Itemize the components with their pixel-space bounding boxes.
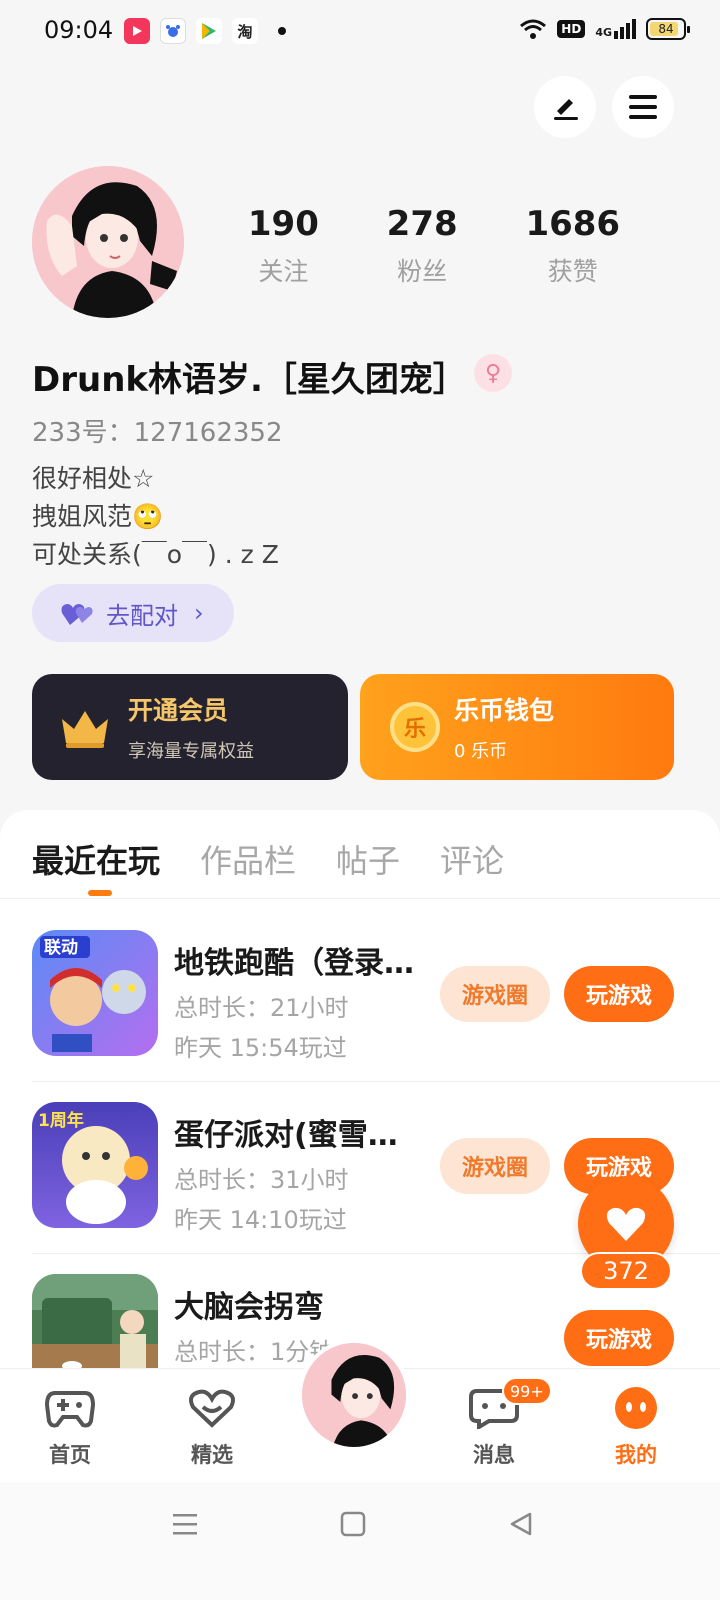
svg-text:1周年: 1周年 bbox=[38, 1110, 84, 1131]
game-icon: 联动 bbox=[32, 930, 158, 1056]
wallet-card[interactable]: 乐 乐币钱包 0 乐币 bbox=[360, 674, 674, 780]
more-notifications-dot bbox=[278, 27, 286, 35]
user-id: 233号：127162352 bbox=[32, 418, 283, 448]
gamepad-icon bbox=[44, 1391, 96, 1428]
hearts-icon bbox=[61, 604, 93, 625]
wifi-icon bbox=[520, 19, 547, 39]
nav-me[interactable]: 我的 bbox=[586, 1387, 686, 1469]
play-store-icon bbox=[196, 18, 222, 44]
back-icon[interactable] bbox=[508, 1511, 534, 1537]
game-name: 地铁跑酷（登录… bbox=[174, 946, 414, 981]
list-item[interactable]: 联动 地铁跑酷（登录… 总时长：21小时 昨天 15:54玩过 游戏圈 玩游戏 bbox=[0, 910, 720, 1082]
tab-bar: 最近在玩 作品栏 帖子 评论 bbox=[32, 836, 504, 882]
bio-line: 可处关系(￣o￣) . z Z bbox=[32, 540, 279, 569]
avatar[interactable] bbox=[32, 166, 184, 318]
bio-line: 很好相处☆ bbox=[32, 464, 155, 493]
last-played: 昨天 14:10玩过 bbox=[174, 1206, 347, 1234]
hd-icon: HD bbox=[557, 20, 586, 38]
svg-text:联动: 联动 bbox=[44, 938, 78, 958]
tab-posts[interactable]: 帖子 bbox=[336, 836, 400, 882]
followers-stat[interactable]: 278 粉丝 bbox=[387, 204, 458, 288]
center-avatar-button[interactable] bbox=[298, 1339, 410, 1451]
tab-indicator bbox=[88, 890, 112, 896]
coin-icon: 乐 bbox=[390, 702, 440, 752]
nav-home[interactable]: 首页 bbox=[20, 1387, 120, 1469]
bottom-nav: 首页 精选 消息 99+ 我的 bbox=[0, 1339, 720, 1482]
hamburger-icon bbox=[629, 95, 657, 119]
profile-stats: 190 关注 278 粉丝 1686 获赞 bbox=[214, 204, 654, 288]
nickname: Drunk林语岁.［星久团宠］ bbox=[32, 360, 467, 400]
recent-apps-icon[interactable] bbox=[172, 1512, 198, 1536]
notification-icons: 淘 bbox=[124, 18, 286, 44]
clock: 09:04 bbox=[44, 16, 114, 44]
match-button[interactable]: 去配对 › bbox=[32, 584, 234, 642]
bio: 很好相处☆ 拽姐风范🙄 可处关系(￣o￣) . z Z bbox=[32, 460, 279, 574]
likes-stat[interactable]: 1686 获赞 bbox=[525, 204, 620, 288]
status-bar: 09:04 淘 HD 4G 84 bbox=[0, 0, 720, 64]
me-icon bbox=[615, 1387, 657, 1429]
crown-icon bbox=[62, 711, 108, 748]
play-game-button[interactable]: 玩游戏 bbox=[564, 1310, 674, 1366]
battery-icon: 84 bbox=[646, 18, 690, 40]
play-duration: 总时长：21小时 bbox=[174, 994, 349, 1022]
system-icons: HD 4G 84 bbox=[519, 18, 690, 40]
video-app-icon bbox=[124, 18, 150, 44]
message-badge: 99+ bbox=[502, 1377, 552, 1405]
home-icon[interactable] bbox=[340, 1511, 366, 1537]
nav-featured[interactable]: 精选 bbox=[162, 1387, 262, 1469]
game-name: 大脑会拐弯 bbox=[174, 1290, 324, 1325]
heart-icon bbox=[606, 1207, 646, 1241]
taobao-icon: 淘 bbox=[232, 18, 258, 44]
play-duration: 总时长：31小时 bbox=[174, 1166, 349, 1194]
bio-line: 拽姐风范🙄 bbox=[32, 502, 164, 531]
tab-recent-games[interactable]: 最近在玩 bbox=[32, 836, 160, 882]
edit-profile-button[interactable] bbox=[534, 76, 596, 138]
game-icon: 1周年 bbox=[32, 1102, 158, 1228]
signal-icon: 4G bbox=[595, 19, 636, 39]
tab-works[interactable]: 作品栏 bbox=[200, 836, 296, 882]
heart-outline-icon bbox=[189, 1389, 235, 1428]
following-stat[interactable]: 190 关注 bbox=[248, 204, 319, 288]
tab-comments[interactable]: 评论 bbox=[440, 836, 504, 882]
game-circle-button[interactable]: 游戏圈 bbox=[440, 966, 550, 1022]
female-icon: ♀ bbox=[474, 354, 512, 392]
chevron-right-icon: › bbox=[194, 599, 204, 627]
game-circle-button[interactable]: 游戏圈 bbox=[440, 1138, 550, 1194]
game-name: 蛋仔派对(蜜雪… bbox=[174, 1118, 398, 1153]
baidu-icon bbox=[160, 18, 186, 44]
system-nav-bar bbox=[0, 1482, 720, 1600]
divider bbox=[0, 898, 720, 899]
play-game-button[interactable]: 玩游戏 bbox=[564, 966, 674, 1022]
last-played: 昨天 15:54玩过 bbox=[174, 1034, 347, 1062]
pencil-icon bbox=[554, 99, 578, 120]
menu-button[interactable] bbox=[612, 76, 674, 138]
vip-card[interactable]: 开通会员 享海量专属权益 bbox=[32, 674, 348, 780]
like-count: 372 bbox=[580, 1252, 672, 1290]
